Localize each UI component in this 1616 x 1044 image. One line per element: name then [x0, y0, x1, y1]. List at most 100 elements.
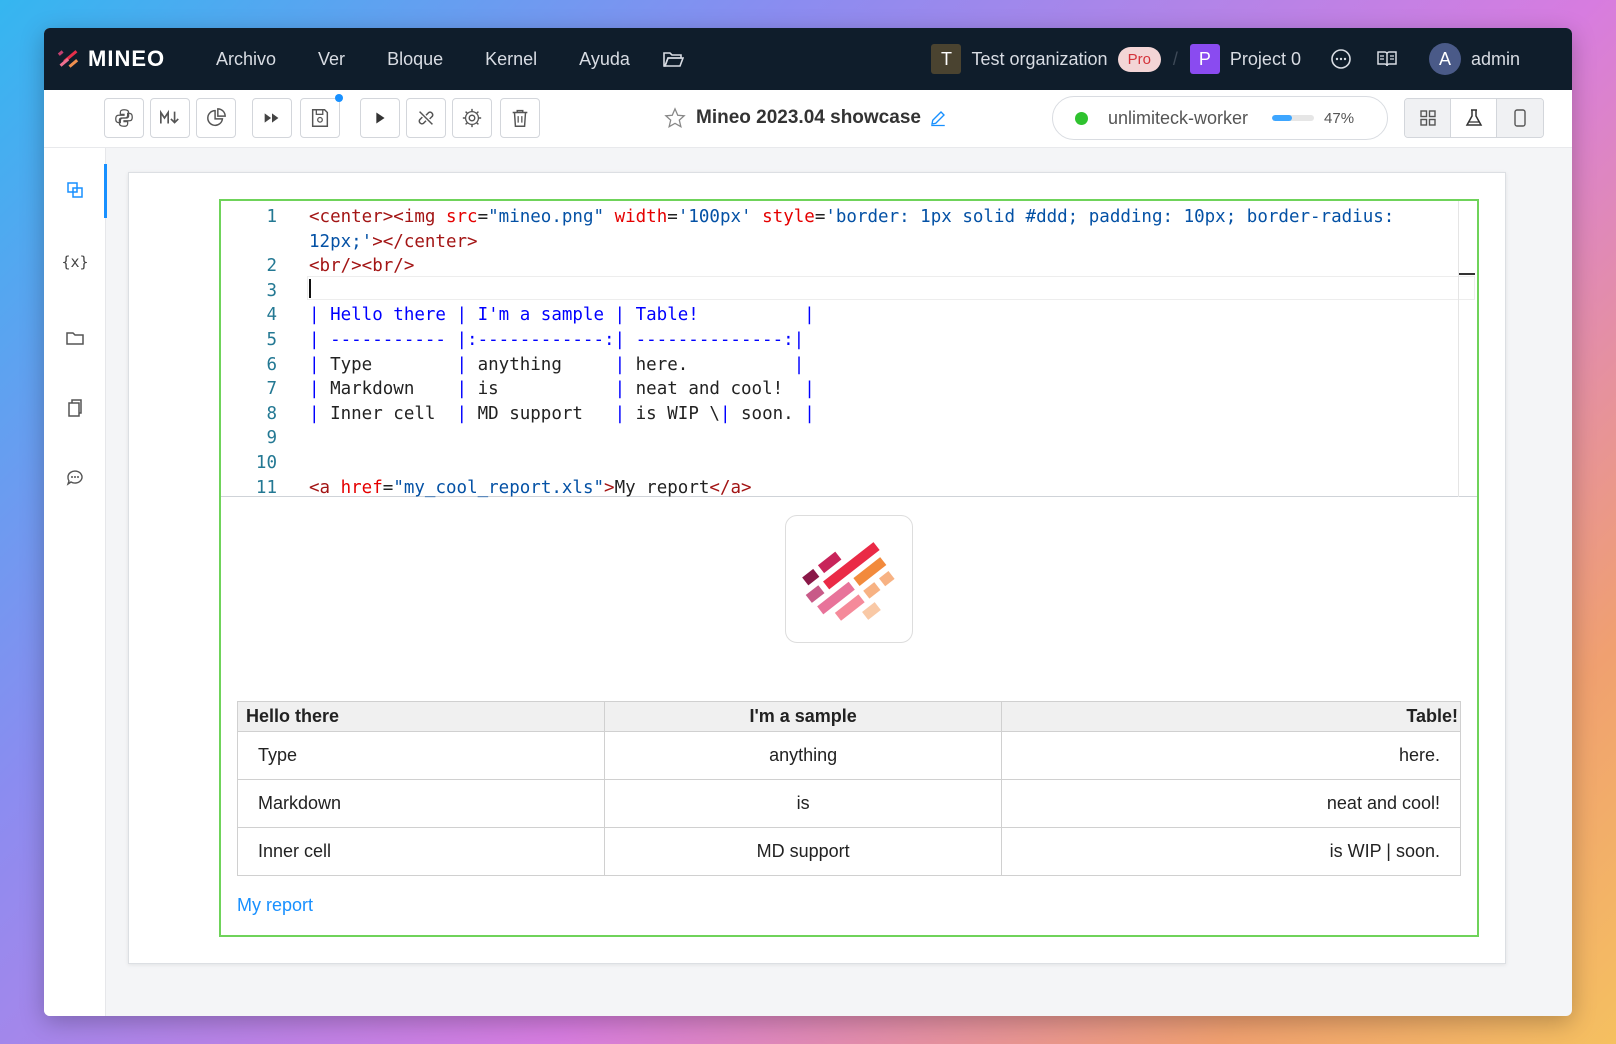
line-number: 8: [266, 403, 277, 424]
line-number: 6: [266, 354, 277, 375]
settings-button[interactable]: [452, 98, 492, 138]
chat-icon[interactable]: [1329, 47, 1353, 71]
code-line[interactable]: 8 | Inner cell | MD support | is WIP \| s…: [221, 402, 1477, 426]
code-token: '100px': [677, 207, 752, 227]
code-token: soon.: [730, 403, 805, 424]
markdown-cell[interactable]: 1 <center><img src="mineo.png" width='100…: [219, 199, 1479, 937]
line-number: 3: [266, 280, 277, 301]
code-token: anything: [477, 354, 615, 375]
logo-text: MINEO: [88, 46, 166, 71]
project-avatar[interactable]: P: [1189, 44, 1220, 74]
code-line[interactable]: 12px;'></center>: [221, 230, 1477, 254]
topbar-right: T Test organization Pro / P Project 0 A …: [931, 28, 1572, 90]
worker-status[interactable]: unlimiteck-worker 47%: [1052, 96, 1388, 140]
code-token: |: [309, 379, 331, 400]
folder-icon: [66, 332, 84, 345]
code-line[interactable]: 5 | ----------- |:------------:| --------…: [221, 328, 1477, 352]
menu-kernel[interactable]: Kernel: [485, 49, 537, 70]
table-cell: neat and cool!: [1001, 779, 1461, 828]
user-avatar[interactable]: A: [1428, 43, 1461, 75]
star-icon[interactable]: [664, 107, 686, 129]
view-grid-button[interactable]: [1405, 99, 1451, 137]
code-line[interactable]: 9: [221, 426, 1477, 450]
org-name[interactable]: Test organization: [971, 49, 1107, 70]
table-cell: is: [603, 779, 1003, 828]
view-lab-button[interactable]: [1451, 99, 1497, 137]
add-chart-cell-button[interactable]: [196, 98, 236, 138]
code-token: Markdown: [330, 379, 457, 400]
project-name[interactable]: Project 0: [1230, 49, 1301, 70]
code-line[interactable]: 3: [221, 279, 1477, 303]
sidebar-item-clipboard[interactable]: [44, 388, 106, 428]
org-avatar[interactable]: T: [931, 44, 962, 74]
sidebar-item-variables[interactable]: {x}: [44, 242, 106, 282]
code-editor[interactable]: 1 <center><img src="mineo.png" width='100…: [221, 201, 1477, 500]
code-token: My report: [614, 477, 710, 498]
app-window: MINEO Archivo Ver Bloque Kernel Ayuda T …: [44, 28, 1572, 1016]
code-token: ></center>: [372, 231, 478, 252]
table-cell: Inner cell: [237, 827, 605, 876]
code-token: is WIP \: [635, 403, 720, 424]
sidebar-item-comments[interactable]: [44, 458, 106, 498]
notebook-canvas: 1 <center><img src="mineo.png" width='100…: [128, 172, 1506, 964]
code-token: | Hello there | I'm a sample | Table! |: [309, 305, 815, 326]
code-text: | Inner cell | MD support | is WIP \| so…: [309, 402, 815, 426]
sidebar-item-files[interactable]: [44, 318, 106, 358]
table-header-cell: I'm a sample: [603, 701, 1003, 732]
run-all-button[interactable]: [252, 98, 292, 138]
sidebar-item-cells[interactable]: [44, 164, 107, 218]
disconnect-icon: [418, 111, 434, 125]
menu-ayuda[interactable]: Ayuda: [579, 49, 630, 70]
run-cell-button[interactable]: [360, 98, 400, 138]
code-line[interactable]: 10: [221, 451, 1477, 475]
code-line[interactable]: 6 | Type | anything | here. |: [221, 353, 1477, 377]
top-bar: MINEO Archivo Ver Bloque Kernel Ayuda T …: [44, 28, 1572, 90]
view-mobile-button[interactable]: [1497, 99, 1543, 137]
save-icon: [311, 109, 329, 127]
code-token: =: [667, 207, 678, 227]
code-token: 'border: 1px solid #ddd; padding: 10px; …: [825, 207, 1395, 227]
code-line[interactable]: 2 <br/><br/>: [221, 254, 1477, 278]
pie-chart-icon: [207, 108, 226, 127]
markdown-table: Hello there I'm a sample Table! Type any…: [237, 701, 1461, 876]
code-token: |: [804, 403, 815, 424]
user-name[interactable]: admin: [1471, 49, 1520, 70]
code-text: <center><img src="mineo.png" width='100p…: [309, 205, 1394, 229]
comments-icon: [66, 470, 83, 486]
code-token: is: [477, 379, 615, 400]
book-icon[interactable]: [1375, 47, 1399, 71]
add-markdown-cell-button[interactable]: [150, 98, 190, 138]
code-line[interactable]: 1 <center><img src="mineo.png" width='100…: [221, 205, 1477, 229]
menu-bloque[interactable]: Bloque: [387, 49, 443, 70]
view-mode-switch: [1404, 98, 1544, 138]
variables-icon: {x}: [61, 253, 89, 271]
code-token: |: [309, 354, 331, 375]
code-line[interactable]: 11 <a href="my_cool_report.xls">My report…: [221, 476, 1477, 500]
disconnect-button[interactable]: [406, 98, 446, 138]
code-token: here.: [635, 354, 794, 375]
code-token: |: [793, 354, 805, 375]
logo[interactable]: MINEO: [56, 46, 206, 72]
line-number: 5: [266, 330, 277, 350]
delete-button[interactable]: [500, 98, 540, 138]
code-token: |: [456, 403, 478, 424]
code-text: | Markdown | is | neat and cool! |: [309, 377, 815, 401]
code-line[interactable]: 4 | Hello there | I'm a sample | Table! |: [221, 303, 1477, 327]
mineo-logo-image: [802, 542, 895, 621]
menu-archivo[interactable]: Archivo: [216, 49, 276, 70]
mobile-icon: [1514, 109, 1526, 127]
report-link[interactable]: My report: [237, 895, 313, 916]
code-token: 12px;': [309, 231, 373, 252]
document-title: Mineo 2023.04 showcase: [664, 107, 947, 129]
folder-open-icon[interactable]: [662, 49, 684, 69]
code-line[interactable]: 7 | Markdown | is | neat and cool! |: [221, 377, 1477, 401]
menu-ver[interactable]: Ver: [318, 49, 345, 70]
mineo-logo-icon: [57, 50, 79, 68]
save-button[interactable]: [300, 94, 343, 138]
code-token: href: [340, 477, 383, 498]
code-token: |: [456, 379, 478, 400]
add-python-cell-button[interactable]: [104, 98, 144, 138]
edit-pencil-icon[interactable]: [929, 109, 947, 127]
notebook-toolbar: Mineo 2023.04 showcase unlimiteck-worker…: [44, 90, 1572, 148]
